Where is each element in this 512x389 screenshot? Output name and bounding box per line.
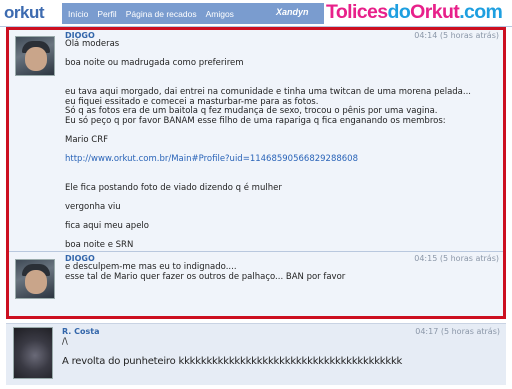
avatar[interactable] — [15, 259, 55, 299]
nav-scrapbook-link[interactable]: Página de recados — [126, 9, 197, 19]
post-timestamp: 04:14 (5 horas atrás) — [414, 31, 499, 40]
post-line: vergonha viu — [65, 202, 121, 213]
post-line: /\ — [62, 337, 68, 347]
watermark-part-3: Orkut — [410, 1, 460, 23]
orkut-logo[interactable]: orkut — [4, 3, 60, 23]
nav-profile-link[interactable]: Perfil — [97, 9, 116, 19]
user-name[interactable]: Xandyn — [276, 7, 309, 17]
top-bar: orkut Início Perfil Página de recados Am… — [0, 0, 512, 27]
forum-post: DIOGO 04:15 (5 horas atrás) e desculpem-… — [9, 253, 503, 316]
post-timestamp: 04:17 (5 horas atrás) — [415, 327, 500, 336]
post-line: Olá moderas — [65, 39, 120, 49]
post-body: e desculpem-me mas eu to indignado.... e… — [65, 262, 497, 282]
post-timestamp: 04:15 (5 horas atrás) — [414, 254, 499, 263]
avatar[interactable] — [15, 36, 55, 76]
post-line: fica aqui meu apelo — [65, 221, 149, 232]
post-line: esse tal de Mario quer fazer os outros d… — [65, 271, 346, 282]
highlighted-posts-frame: DIOGO 04:14 (5 horas atrás) Olá moderas … — [6, 27, 506, 319]
forum-post: DIOGO 04:14 (5 horas atrás) Olá moderas … — [9, 30, 503, 252]
post-line: Ele fica postando foto de viado dizendo … — [65, 182, 282, 193]
nav-friends-link[interactable]: Amigos — [206, 9, 234, 19]
avatar[interactable] — [13, 327, 53, 379]
post-line: Eu só peço q por favor BANAM esse filho … — [65, 115, 446, 126]
post-author[interactable]: R. Costa — [62, 327, 99, 336]
post-line — [65, 165, 497, 175]
watermark: TolicesdoOrkut.com — [326, 1, 503, 24]
watermark-part-2: do — [387, 1, 411, 23]
post-body: Olá moderas boa noite ou madrugada como … — [65, 39, 497, 251]
post-line — [65, 69, 497, 79]
post-line: Mario CRF — [65, 134, 109, 145]
watermark-part-1: Tolices — [326, 1, 388, 23]
forum-post: R. Costa 04:17 (5 horas atrás) /\ A revo… — [6, 323, 506, 385]
post-line: boa noite e SRN — [65, 240, 134, 251]
nav-home-link[interactable]: Início — [68, 9, 88, 19]
post-line — [65, 126, 497, 136]
avatar-face — [25, 270, 47, 294]
post-line: A revolta do punheteiro kkkkkkkkkkkkkkkk… — [62, 356, 403, 368]
avatar-face — [25, 47, 47, 71]
watermark-part-4: .com — [459, 1, 503, 23]
orkut-logo-text: orkut — [4, 3, 45, 22]
profile-link[interactable]: http://www.orkut.com.br/Main#Profile?uid… — [65, 155, 497, 165]
post-line — [65, 194, 497, 204]
post-line: boa noite ou madrugada como preferirem — [65, 58, 244, 69]
post-line — [62, 347, 494, 357]
post-body: /\ A revolta do punheteiro kkkkkkkkkkkkk… — [62, 337, 494, 368]
